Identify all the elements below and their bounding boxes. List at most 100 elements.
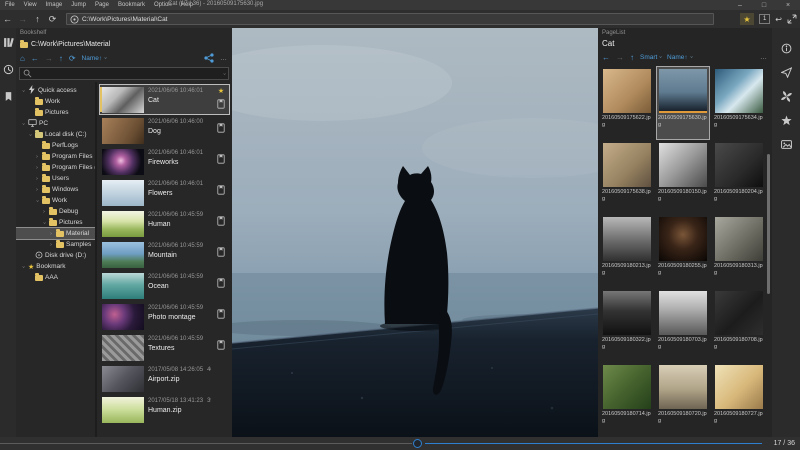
expander-icon[interactable]: ›: [34, 176, 40, 182]
menu-view[interactable]: View: [24, 2, 37, 8]
home-button[interactable]: ⌂: [20, 54, 25, 63]
page-slider-track-left[interactable]: [0, 443, 412, 444]
info-icon[interactable]: [780, 42, 792, 54]
book-item-ocean[interactable]: 2021/06/06 10:45:59Ocean: [99, 270, 230, 301]
tree-item-pictures[interactable]: ›Pictures: [16, 217, 95, 228]
expander-icon[interactable]: ›: [34, 154, 40, 160]
book-item-flowers[interactable]: 2021/06/06 10:46:01Flowers: [99, 177, 230, 208]
forward-button[interactable]: →: [15, 10, 30, 28]
shelf-back-button[interactable]: ←: [31, 54, 39, 63]
page-thumb-20160509180150[interactable]: 20160509180150.jpg: [656, 140, 710, 214]
page-thumb-20160509180204[interactable]: 20160509180204.jpg: [712, 140, 766, 214]
tree-item-debug[interactable]: ›Debug: [16, 206, 95, 217]
expander-icon[interactable]: ›: [34, 165, 40, 171]
page-thumb-20160509180255[interactable]: 20160509180255.jpg: [656, 214, 710, 288]
expander-icon[interactable]: ›: [48, 242, 54, 248]
return-focus-icon[interactable]: ↩: [775, 15, 782, 24]
expander-icon[interactable]: ›: [20, 264, 26, 270]
effects-icon[interactable]: [780, 90, 792, 102]
tree-item-work[interactable]: Work: [16, 96, 95, 107]
image-playlist-icon[interactable]: [780, 138, 792, 150]
tree-item-disk-drive-d-[interactable]: Disk drive (D:): [16, 250, 95, 261]
pagelist-back-button[interactable]: ←: [602, 53, 610, 62]
fullscreen-icon[interactable]: [787, 14, 797, 24]
book-item-photo-montage[interactable]: 2021/06/06 10:45:59Photo montage: [99, 301, 230, 332]
expander-icon[interactable]: ›: [27, 132, 33, 138]
tree-item-quick-access[interactable]: ›Quick access: [16, 85, 95, 96]
tree-item-pc[interactable]: ›PC: [16, 118, 95, 129]
book-item-fireworks[interactable]: 2021/06/06 10:46:01Fireworks: [99, 146, 230, 177]
tree-item-material[interactable]: ›Material: [16, 228, 95, 239]
book-item-dog[interactable]: 2021/06/06 10:46:00Dog: [99, 115, 230, 146]
menu-jump[interactable]: Jump: [71, 2, 86, 8]
tree-item-perflogs[interactable]: PerfLogs: [16, 140, 95, 151]
search-box[interactable]: ›: [19, 67, 229, 80]
shelf-more-button[interactable]: …: [220, 55, 228, 62]
tree-item-local-disk-c-[interactable]: ›Local disk (C:): [16, 129, 95, 140]
tree-item-pictures[interactable]: Pictures: [16, 107, 95, 118]
page-thumb-20160509180703[interactable]: 20160509180703.jpg: [656, 288, 710, 362]
page-thumb-20160509175630[interactable]: 20160509175630.jpg: [656, 66, 710, 140]
tree-item-bookmark[interactable]: ›★Bookmark: [16, 261, 95, 272]
book-item-textures[interactable]: 2021/06/06 10:45:59Textures: [99, 332, 230, 363]
page-slider-handle[interactable]: [413, 439, 422, 448]
tree-item-windows[interactable]: ›Windows: [16, 184, 95, 195]
expander-icon[interactable]: ›: [34, 198, 40, 204]
page-thumb-20160509175638[interactable]: 20160509175638.jpg: [600, 140, 654, 214]
pagelist-more-button[interactable]: …: [760, 54, 768, 61]
book-item-human-zip[interactable]: 2017/05/18 13:41:23395 KBHuman.zip: [99, 394, 230, 425]
page-thumb-20160509180313[interactable]: 20160509180313.jpg: [712, 214, 766, 288]
tree-item-aaa[interactable]: AAA: [16, 272, 95, 283]
tree-item-program-files[interactable]: ›Program Files: [16, 151, 95, 162]
pagelist-scrollbar[interactable]: [767, 154, 770, 294]
bookshelf-icon[interactable]: [2, 36, 14, 48]
book-item-human[interactable]: 2021/06/06 10:45:59Human: [99, 208, 230, 239]
maximize-button[interactable]: □: [752, 0, 776, 10]
search-input[interactable]: [35, 70, 220, 77]
navigator-icon[interactable]: [780, 66, 792, 78]
page-thumb-20160509175622[interactable]: 20160509175622.jpg: [600, 66, 654, 140]
back-button[interactable]: ←: [0, 10, 15, 28]
tree-item-work[interactable]: ›Work: [16, 195, 95, 206]
search-history-chevron-icon[interactable]: ›: [221, 73, 227, 75]
close-button[interactable]: ×: [776, 0, 800, 10]
expander-icon[interactable]: ›: [20, 88, 26, 94]
pagelist-filter-dropdown[interactable]: Smart ›: [640, 54, 661, 61]
page-thumb-20160509180720[interactable]: 20160509180720.jpg: [656, 362, 710, 436]
refresh-button[interactable]: ⟳: [45, 10, 60, 28]
page-thumb-20160509180714[interactable]: 20160509180714.jpg: [600, 362, 654, 436]
up-button[interactable]: ↑: [30, 10, 45, 28]
playlist-icon[interactable]: [2, 90, 14, 102]
book-item-airport-zip[interactable]: 2017/05/08 14:26:05402 KBAirport.zip: [99, 363, 230, 394]
page-thumb-20160509180708[interactable]: 20160509180708.jpg: [712, 288, 766, 362]
book-item-cat[interactable]: 2021/06/06 10:46:01Cat★: [99, 84, 230, 115]
expander-icon[interactable]: ›: [20, 121, 26, 127]
pagelist-sort-dropdown[interactable]: Name↑ ›: [667, 54, 691, 61]
menu-image[interactable]: Image: [46, 2, 63, 8]
page-thumb-20160509180213[interactable]: 20160509180213.jpg: [600, 214, 654, 288]
menu-bookmark[interactable]: Bookmark: [118, 2, 145, 8]
shelf-sort-dropdown[interactable]: Name↑ ›: [82, 55, 106, 62]
pagelist-up-button[interactable]: ↑: [630, 53, 634, 62]
main-image-view[interactable]: [232, 28, 598, 437]
tree-item-users[interactable]: ›Users: [16, 173, 95, 184]
shelf-forward-button[interactable]: →: [45, 54, 53, 63]
bookmark-star-icon[interactable]: [780, 114, 792, 126]
tree-item-program-files-x86-[interactable]: ›Program Files (x86): [16, 162, 95, 173]
shelf-refresh-button[interactable]: ⟳: [69, 54, 76, 63]
book-item-mountain[interactable]: 2021/06/06 10:45:59Mountain: [99, 239, 230, 270]
expander-icon[interactable]: ›: [41, 209, 47, 215]
address-input[interactable]: C:\Work\Pictures\Material\Cat: [66, 13, 714, 25]
menu-file[interactable]: File: [5, 2, 15, 8]
expander-icon[interactable]: ›: [34, 187, 40, 193]
history-icon[interactable]: [2, 63, 14, 75]
page-thumb-20160509180727[interactable]: 20160509180727.jpg: [712, 362, 766, 436]
pagelist-forward-button[interactable]: →: [616, 53, 624, 62]
expander-icon[interactable]: ›: [41, 220, 47, 226]
shelf-up-button[interactable]: ↑: [59, 54, 63, 63]
expander-icon[interactable]: ›: [48, 231, 54, 237]
page-thumb-20160509175634[interactable]: 20160509175634.jpg: [712, 66, 766, 140]
minimize-button[interactable]: –: [728, 0, 752, 10]
tree-item-samples[interactable]: ›Samples: [16, 239, 95, 250]
page-thumb-20160509180322[interactable]: 20160509180322.jpg: [600, 288, 654, 362]
